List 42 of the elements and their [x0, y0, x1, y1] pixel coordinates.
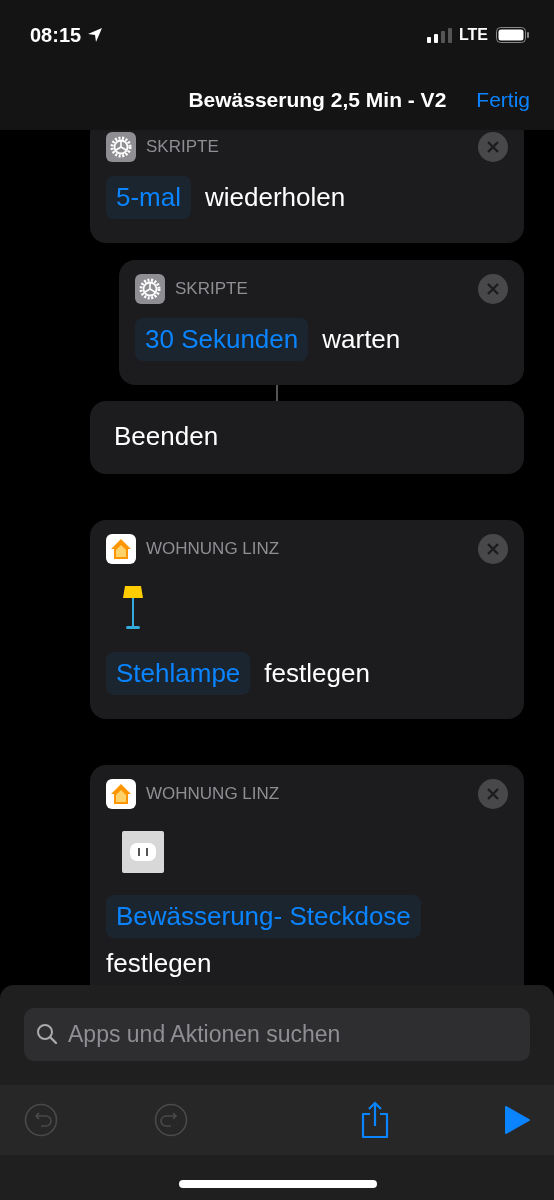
close-icon [487, 788, 499, 800]
status-time: 08:15 [30, 23, 82, 47]
action-verb: wiederholen [205, 182, 346, 213]
action-card[interactable]: WOHNUNG LINZ Bewässerung- Steckdose festlegen [90, 765, 524, 985]
action-verb: festlegen [106, 948, 212, 979]
signal-icon [426, 27, 453, 43]
close-button[interactable] [478, 779, 508, 809]
battery-icon [496, 27, 530, 43]
search-field[interactable]: Apps und Aktionen suchen [24, 1008, 530, 1061]
close-icon [487, 543, 499, 555]
action-card[interactable]: WOHNUNG LINZ Stehlampe festlegen [90, 520, 524, 719]
close-icon [487, 283, 499, 295]
action-card[interactable]: SKRIPTE 5-mal wiederholen [90, 130, 524, 243]
parameter-token[interactable]: 30 Sekunden [135, 318, 309, 361]
close-button[interactable] [478, 132, 508, 162]
house-icon [106, 779, 136, 809]
shortcut-title[interactable]: Bewässerung 2,5 Min - V2 [188, 88, 447, 112]
parameter-token[interactable]: Bewässerung- Steckdose [106, 895, 421, 938]
app-category: SKRIPTE [175, 279, 249, 299]
power-outlet-icon [122, 831, 164, 873]
location-arrow-icon [87, 27, 104, 43]
close-button[interactable] [478, 274, 508, 304]
app-category: WOHNUNG LINZ [146, 539, 281, 559]
end-block[interactable]: Beenden [90, 401, 524, 474]
parameter-token[interactable]: 5-mal [106, 176, 191, 219]
gear-icon [106, 132, 136, 162]
app-category: SKRIPTE [146, 137, 220, 157]
play-button[interactable] [504, 1105, 530, 1135]
parameter-token[interactable]: Stehlampe [106, 652, 251, 695]
network-label: LTE [458, 26, 488, 44]
action-verb: warten [322, 324, 401, 355]
action-card[interactable]: SKRIPTE 30 Sekunden warten [119, 260, 524, 385]
search-icon [36, 1023, 58, 1045]
share-button[interactable] [360, 1101, 390, 1139]
app-category: WOHNUNG LINZ [146, 784, 281, 804]
done-button[interactable]: Fertig [476, 88, 530, 112]
action-verb: festlegen [264, 658, 370, 689]
floor-lamp-icon [122, 586, 144, 630]
house-icon [106, 534, 136, 564]
close-icon [487, 141, 499, 153]
gear-icon [135, 274, 165, 304]
close-button[interactable] [478, 534, 508, 564]
